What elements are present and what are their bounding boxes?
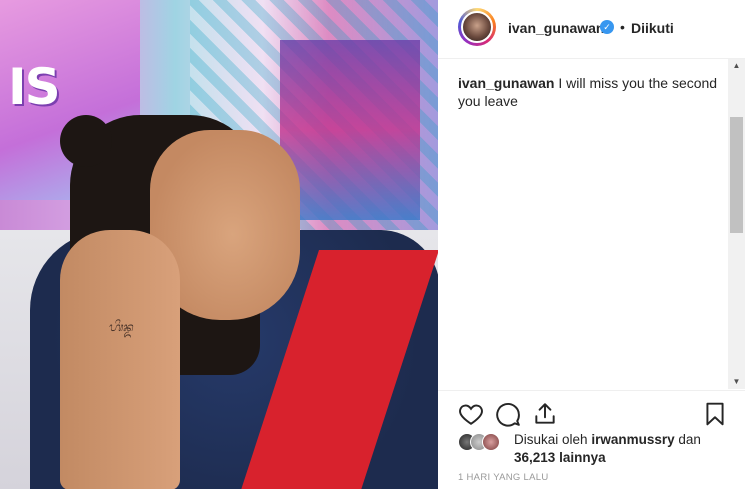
photo-person-hair-bun (60, 115, 112, 167)
comments-scrollbar[interactable]: ▲ ▼ (728, 59, 745, 389)
follow-status-button[interactable]: Diikuti (631, 20, 674, 36)
share-icon[interactable] (532, 401, 558, 427)
likes-mid: dan (678, 432, 701, 447)
header-username[interactable]: ivan_gunawan (508, 20, 604, 36)
photo-person-arm (60, 230, 180, 489)
liker-username[interactable]: irwanmussry (591, 432, 674, 447)
scroll-up-arrow-icon[interactable]: ▲ (728, 59, 745, 73)
likes-summary: Disukai oleh irwanmussry dan 36,213 lain… (458, 431, 728, 471)
likes-prefix: Disukai oleh (514, 432, 588, 447)
scrollbar-thumb[interactable] (730, 117, 743, 233)
likes-count[interactable]: 36,213 (514, 450, 555, 465)
avatar-photo (461, 11, 493, 43)
bookmark-icon[interactable] (702, 401, 728, 427)
caption-username[interactable]: ivan_gunawan (458, 75, 554, 91)
verified-badge-icon: ✓ (600, 20, 614, 34)
liker-avatar (482, 433, 500, 451)
scroll-down-arrow-icon[interactable]: ▼ (728, 375, 745, 389)
post-side-panel: ivan_gunawan ✓ • Diikuti ivan_gunawan I … (438, 0, 745, 489)
post-timestamp[interactable]: 1 HARI YANG LALU (458, 472, 549, 483)
photo-arm-tattoo: ᬳᬶᬦ᭄ᬤ (108, 320, 133, 334)
post-header: ivan_gunawan ✓ • Diikuti (438, 0, 745, 59)
heart-icon[interactable] (458, 401, 484, 427)
liker-avatars (458, 433, 518, 453)
comment-icon[interactable] (495, 401, 521, 427)
follow-separator: • (620, 19, 625, 35)
post-actions-bar (438, 390, 745, 435)
photo-sign-text: IS (8, 58, 61, 116)
likes-suffix[interactable]: lainnya (559, 450, 606, 465)
photo-background-blocks (280, 40, 420, 220)
post-photo[interactable]: IS ᬳᬶᬦ᭄ᬤ (0, 0, 438, 489)
post-caption: ivan_gunawan I will miss you the second … (458, 74, 718, 110)
likes-text: Disukai oleh irwanmussry dan 36,213 lain… (514, 431, 734, 467)
user-avatar[interactable] (458, 8, 496, 46)
